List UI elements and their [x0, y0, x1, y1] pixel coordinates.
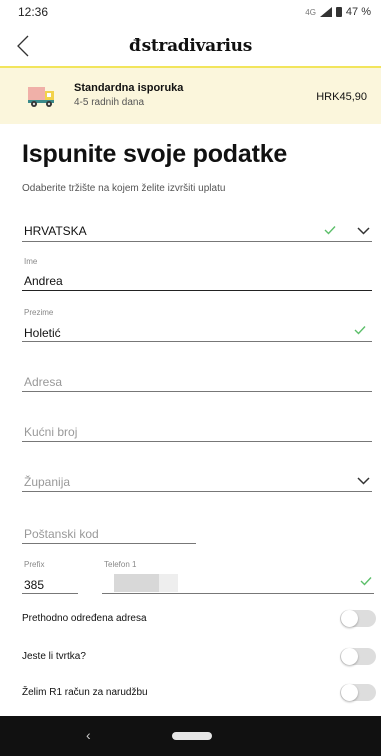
postal-code-placeholder: Poštanski kod — [24, 527, 99, 541]
first-name-label: Ime — [24, 257, 38, 266]
field-underline — [22, 289, 372, 291]
network-label: 4G — [305, 7, 316, 17]
toggle-label: Želim R1 račun za narudžbu — [22, 687, 148, 698]
battery-icon — [335, 7, 342, 17]
system-nav-bar: ‹ — [0, 716, 381, 756]
status-icons: 4G 47 % — [305, 6, 371, 18]
field-underline — [22, 441, 372, 442]
country-value: HRVATSKA — [24, 224, 87, 238]
chevron-left-icon — [17, 35, 29, 57]
field-underline — [22, 543, 196, 544]
toggle-row-r1-invoice: Želim R1 račun za narudžbu — [22, 683, 376, 705]
last-name-value: Holetić — [24, 326, 61, 340]
field-underline — [22, 491, 372, 492]
prefix-value: 385 — [24, 578, 45, 592]
shipping-subtitle: 4-5 radnih dana — [74, 97, 145, 108]
last-name-label: Prezime — [24, 308, 54, 317]
signal-icon — [319, 7, 332, 17]
chevron-down-icon — [357, 477, 370, 485]
first-name-value: Andrea — [24, 274, 63, 288]
phone-prefix-field[interactable]: Prefix 385 — [22, 558, 78, 594]
nav-back-icon[interactable]: ‹ — [86, 727, 91, 743]
toggle-knob — [341, 648, 358, 665]
nav-home-pill[interactable] — [172, 732, 212, 740]
brand-mark: đ — [129, 36, 141, 56]
page-title: Ispunite svoje podatke — [22, 140, 288, 168]
field-underline — [22, 593, 78, 594]
truck-icon — [28, 87, 54, 107]
brand-logo: đ stradivarius — [129, 36, 252, 56]
back-button[interactable] — [16, 32, 42, 60]
battery-level: 47 % — [345, 6, 371, 18]
address-placeholder: Adresa — [24, 375, 63, 389]
house-number-placeholder: Kućni broj — [24, 425, 78, 439]
shipping-title: Standardna isporuka — [74, 82, 184, 94]
toggle-row-saved-address: Prethodno određena adresa — [22, 609, 376, 631]
field-underline — [22, 241, 372, 242]
saved-address-toggle[interactable] — [340, 610, 376, 627]
brand-name: stradivarius — [141, 36, 253, 56]
toggle-label: Prethodno određena adresa — [22, 613, 147, 624]
county-select[interactable]: Županija — [22, 468, 372, 492]
county-placeholder: Županija — [24, 475, 71, 489]
toggle-label: Jeste li tvrtka? — [22, 651, 86, 662]
status-bar: 12:36 4G 47 % — [0, 0, 381, 24]
market-hint: Odaberite tržište na kojem želite izvrši… — [22, 183, 226, 194]
app-header: đ stradivarius — [0, 24, 381, 68]
phone-field[interactable]: Telefon 1 — [102, 558, 374, 594]
house-number-field[interactable]: Kućni broj — [22, 418, 372, 442]
field-underline — [22, 391, 372, 392]
toggle-row-company: Jeste li tvrtka? — [22, 647, 376, 669]
country-select[interactable]: HRVATSKA — [22, 218, 372, 242]
shipping-price: HRK45,90 — [316, 91, 367, 103]
address-field[interactable]: Adresa — [22, 368, 372, 392]
company-toggle[interactable] — [340, 648, 376, 665]
postal-code-field[interactable]: Poštanski kod — [22, 520, 196, 544]
first-name-field[interactable]: Ime Andrea — [22, 255, 372, 291]
shipping-method-banner[interactable]: Standardna isporuka 4-5 radnih dana HRK4… — [0, 66, 381, 124]
field-underline — [22, 341, 372, 342]
toggle-knob — [341, 684, 358, 701]
toggle-knob — [341, 610, 358, 627]
prefix-label: Prefix — [24, 560, 45, 569]
last-name-field[interactable]: Prezime Holetić — [22, 306, 372, 342]
check-icon — [324, 226, 336, 235]
check-icon — [360, 577, 372, 586]
phone-value-redacted — [114, 574, 178, 592]
field-underline — [102, 593, 374, 594]
status-time: 12:36 — [18, 5, 49, 19]
phone-label: Telefon 1 — [104, 560, 137, 569]
check-icon — [354, 326, 366, 335]
r1-invoice-toggle[interactable] — [340, 684, 376, 701]
chevron-down-icon — [357, 227, 370, 235]
